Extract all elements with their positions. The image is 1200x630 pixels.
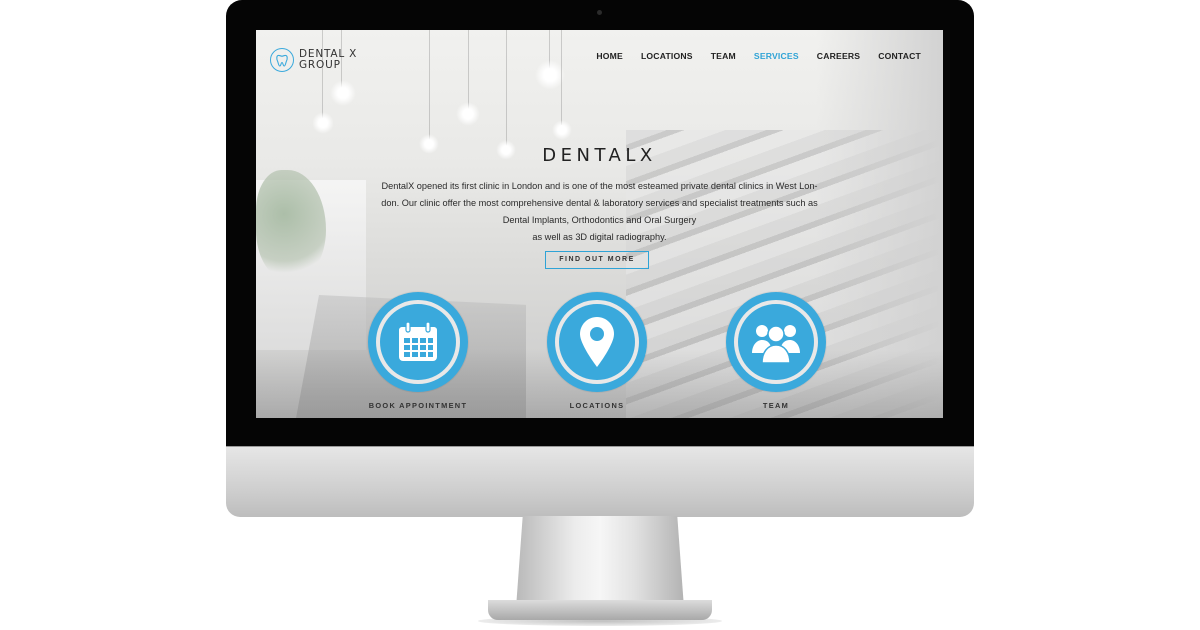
find-out-more-button[interactable]: FIND OUT MORE <box>545 251 649 269</box>
hero-description: DentalX opened its first clinic in Londo… <box>364 178 835 246</box>
team-icon <box>752 325 800 364</box>
tooth-icon <box>270 48 294 72</box>
feature-book-appointment[interactable]: BOOK APPOINTMENT <box>338 292 498 410</box>
feature-circle[interactable] <box>726 292 826 392</box>
pendant-lamp <box>312 112 334 134</box>
logo-line-2: GROUP <box>299 59 341 71</box>
feature-circle[interactable] <box>368 292 468 392</box>
nav-home[interactable]: HOME <box>596 51 623 61</box>
hero-text-line: don. Our clinic offer the most comprehen… <box>381 198 818 208</box>
pendant-lamp <box>552 120 572 140</box>
monitor-stand-neck <box>516 516 684 608</box>
map-pin-icon <box>580 317 614 367</box>
pendant-lamp <box>330 80 356 106</box>
nav-locations[interactable]: LOCATIONS <box>641 51 693 61</box>
feature-ring <box>734 300 818 384</box>
nav-team[interactable]: TEAM <box>711 51 736 61</box>
main-nav: HOME LOCATIONS TEAM SERVICES CAREERS CON… <box>578 51 921 61</box>
pendant-lamp <box>456 102 480 126</box>
camera-icon <box>597 10 602 15</box>
nav-contact[interactable]: CONTACT <box>878 51 921 61</box>
calendar-icon <box>399 321 437 361</box>
feature-team[interactable]: TEAM <box>696 292 856 410</box>
logo-text: DENTAL X GROUP <box>299 49 357 71</box>
feature-label: BOOK APPOINTMENT <box>368 401 468 410</box>
monitor-chin <box>226 446 974 517</box>
site-logo[interactable]: DENTAL X GROUP <box>270 48 357 72</box>
feature-circle[interactable] <box>547 292 647 392</box>
hero-text-line: DentalX opened its first clinic in Londo… <box>381 181 818 191</box>
hero-text-line: as well as 3D digital radiography. <box>532 232 667 242</box>
lamp-cord <box>322 30 323 120</box>
lamp-cord <box>429 30 430 140</box>
feature-ring <box>555 300 639 384</box>
nav-services[interactable]: SERVICES <box>754 51 799 61</box>
hero-text-line: Dental Implants, Orthodontics and Oral S… <box>502 215 697 225</box>
lamp-cord <box>561 30 562 125</box>
feature-core <box>559 304 635 380</box>
feature-core <box>380 304 456 380</box>
lamp-cord <box>506 30 507 146</box>
feature-locations[interactable]: LOCATIONS <box>517 292 677 410</box>
hero-title: DENTALX <box>542 145 657 166</box>
website-screen: DENTAL X GROUP HOME LOCATIONS TEAM SERVI… <box>256 30 943 418</box>
feature-core <box>738 304 814 380</box>
feature-ring <box>376 300 460 384</box>
feature-label: LOCATIONS <box>569 401 625 410</box>
lamp-cord <box>468 30 469 110</box>
monitor-stand-foot <box>488 600 712 620</box>
feature-label: TEAM <box>762 401 790 410</box>
nav-careers[interactable]: CAREERS <box>817 51 860 61</box>
